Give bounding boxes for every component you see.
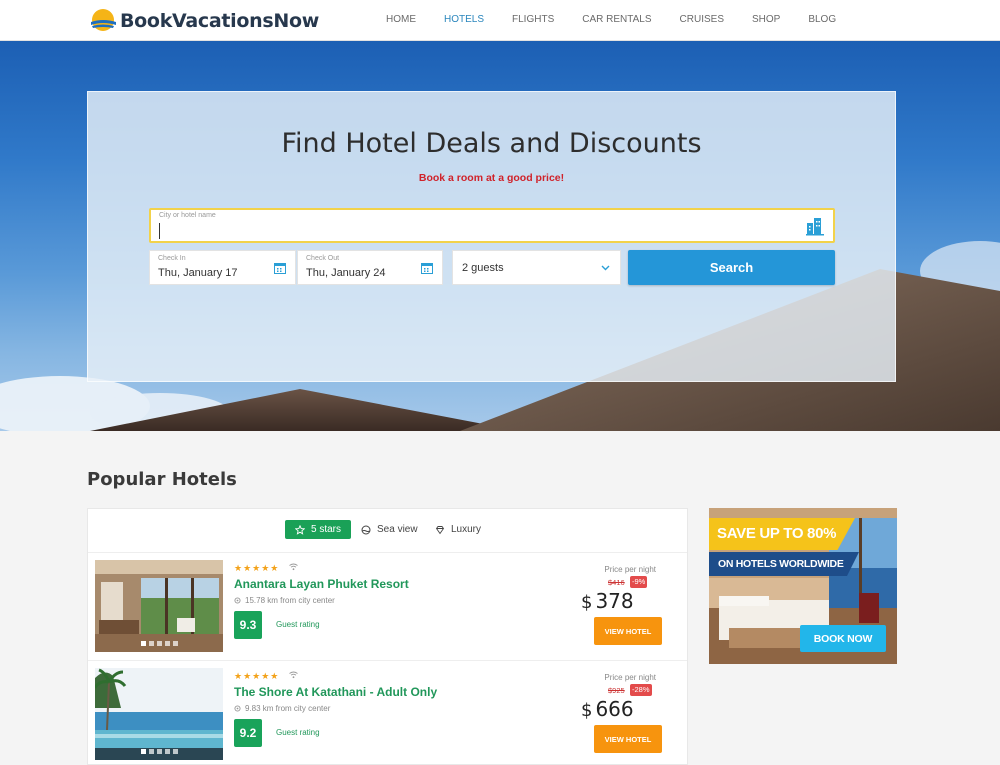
guests-select[interactable]: 2 guests (452, 250, 621, 285)
hotel-pool-image (95, 668, 223, 760)
rating-score: 9.2 (234, 719, 262, 747)
promo-subline: ON HOTELS WORLDWIDE (709, 552, 859, 576)
carousel-dot[interactable] (164, 641, 170, 646)
star-icon (295, 524, 305, 535)
hotel-photo[interactable] (95, 668, 223, 760)
discount-badge: -28% (630, 684, 652, 696)
calendar-icon[interactable] (274, 262, 286, 274)
check-out-value: Thu, January 24 (306, 267, 386, 279)
carousel-dot[interactable] (140, 641, 146, 646)
filter-label: Sea view (377, 524, 418, 535)
check-in-value: Thu, January 17 (158, 267, 238, 279)
check-out-label: Check Out (306, 255, 340, 262)
hero-banner: Find Hotel Deals and Discounts Book a ro… (0, 41, 1000, 431)
nav-blog[interactable]: BLOG (794, 0, 850, 41)
price-per-night-label: Price per night (604, 565, 656, 574)
hotel-card: ★★★★★ The Shore At Katathani - Adult Onl… (88, 661, 687, 765)
promo-banner[interactable]: SAVE UP TO 80% ON HOTELS WORLDWIDE BOOK … (709, 508, 897, 664)
chevron-down-icon (601, 265, 610, 271)
calendar-icon[interactable] (421, 262, 433, 274)
check-out-field[interactable]: Check Out Thu, January 24 (297, 250, 443, 285)
city-field[interactable]: City or hotel name (149, 208, 835, 243)
nav-car-rentals[interactable]: CAR RENTALS (568, 0, 665, 41)
sea-view-icon (361, 525, 371, 534)
brand-name: BookVacationsNow (120, 9, 319, 32)
search-button[interactable]: Search (628, 250, 835, 285)
discount-badge: -9% (630, 576, 648, 588)
rating-score: 9.3 (234, 611, 262, 639)
carousel-dot[interactable] (148, 641, 154, 646)
city-buildings-icon (806, 218, 824, 236)
carousel-dot[interactable] (172, 641, 178, 646)
filter-sea-view[interactable]: Sea view (361, 520, 418, 539)
currency-symbol: $ (581, 592, 593, 613)
current-price: $666 (581, 697, 634, 721)
old-price: $925 (608, 686, 625, 695)
diamond-icon (435, 525, 445, 534)
view-hotel-button[interactable]: VIEW HOTEL (594, 617, 662, 645)
wifi-icon (289, 671, 298, 679)
hotel-distance: 15.78 km from city center (234, 596, 335, 605)
rating-label: Guest rating (276, 728, 320, 737)
nav-home[interactable]: HOME (372, 0, 430, 41)
nav-flights[interactable]: FLIGHTS (498, 0, 568, 41)
search-title: Find Hotel Deals and Discounts (281, 128, 702, 159)
filter-label: Luxury (451, 524, 482, 535)
hotel-list: 5 stars Sea view Luxury ★★★★★ Anantara L… (87, 508, 688, 765)
carousel-dot[interactable] (148, 749, 154, 754)
rating-label: Guest rating (276, 620, 320, 629)
book-now-button[interactable]: BOOK NOW (800, 625, 886, 652)
distance-text: 9.83 km from city center (245, 704, 331, 713)
filter-label: 5 stars (311, 524, 342, 535)
popular-hotels-title: Popular Hotels (87, 469, 237, 490)
carousel-dot[interactable] (140, 749, 146, 754)
city-field-label: City or hotel name (159, 212, 216, 219)
search-panel: Find Hotel Deals and Discounts Book a ro… (87, 91, 896, 382)
hotel-stars: ★★★★★ (234, 671, 280, 681)
nav-hotels[interactable]: HOTELS (430, 0, 498, 41)
carousel-dots (95, 641, 223, 646)
location-pin-icon (234, 704, 241, 712)
old-price: $416 (608, 578, 625, 587)
price-value: 666 (595, 697, 634, 721)
city-input[interactable] (159, 223, 799, 239)
currency-symbol: $ (581, 700, 593, 721)
current-price: $378 (581, 589, 634, 613)
distance-text: 15.78 km from city center (245, 596, 335, 605)
check-in-label: Check In (158, 255, 186, 262)
check-in-field[interactable]: Check In Thu, January 17 (149, 250, 296, 285)
price-per-night-label: Price per night (604, 673, 656, 682)
hotel-card: ★★★★★ Anantara Layan Phuket Resort 15.78… (88, 553, 687, 661)
carousel-dot[interactable] (164, 749, 170, 754)
price-value: 378 (595, 589, 634, 613)
search-subtitle: Book a room at a good price! (418, 172, 565, 184)
hotel-distance: 9.83 km from city center (234, 704, 330, 713)
site-header: BookVacationsNow HOME HOTELS FLIGHTS CAR… (0, 0, 1000, 41)
hotel-photo[interactable] (95, 560, 223, 652)
guests-value: 2 guests (462, 262, 504, 274)
hotel-room-image (95, 560, 223, 652)
hotel-stars: ★★★★★ (234, 563, 280, 573)
brand-logo[interactable]: BookVacationsNow (88, 7, 319, 34)
filter-5-stars[interactable]: 5 stars (285, 520, 352, 539)
view-hotel-button[interactable]: VIEW HOTEL (594, 725, 662, 753)
nav-cruises[interactable]: CRUISES (666, 0, 738, 41)
carousel-dot[interactable] (156, 749, 162, 754)
location-pin-icon (234, 596, 241, 604)
hotel-name-link[interactable]: Anantara Layan Phuket Resort (234, 577, 409, 591)
hotel-name-link[interactable]: The Shore At Katathani - Adult Only (234, 685, 437, 699)
carousel-dots (95, 749, 223, 754)
filter-luxury[interactable]: Luxury (435, 520, 481, 539)
filter-bar: 5 stars Sea view Luxury (88, 509, 687, 553)
carousel-dot[interactable] (172, 749, 178, 754)
main-nav: HOME HOTELS FLIGHTS CAR RENTALS CRUISES … (372, 0, 850, 41)
wifi-icon (289, 563, 298, 571)
promo-headline: SAVE UP TO 80% (709, 518, 855, 550)
carousel-dot[interactable] (156, 641, 162, 646)
sun-logo-icon (91, 8, 116, 31)
nav-shop[interactable]: SHOP (738, 0, 794, 41)
